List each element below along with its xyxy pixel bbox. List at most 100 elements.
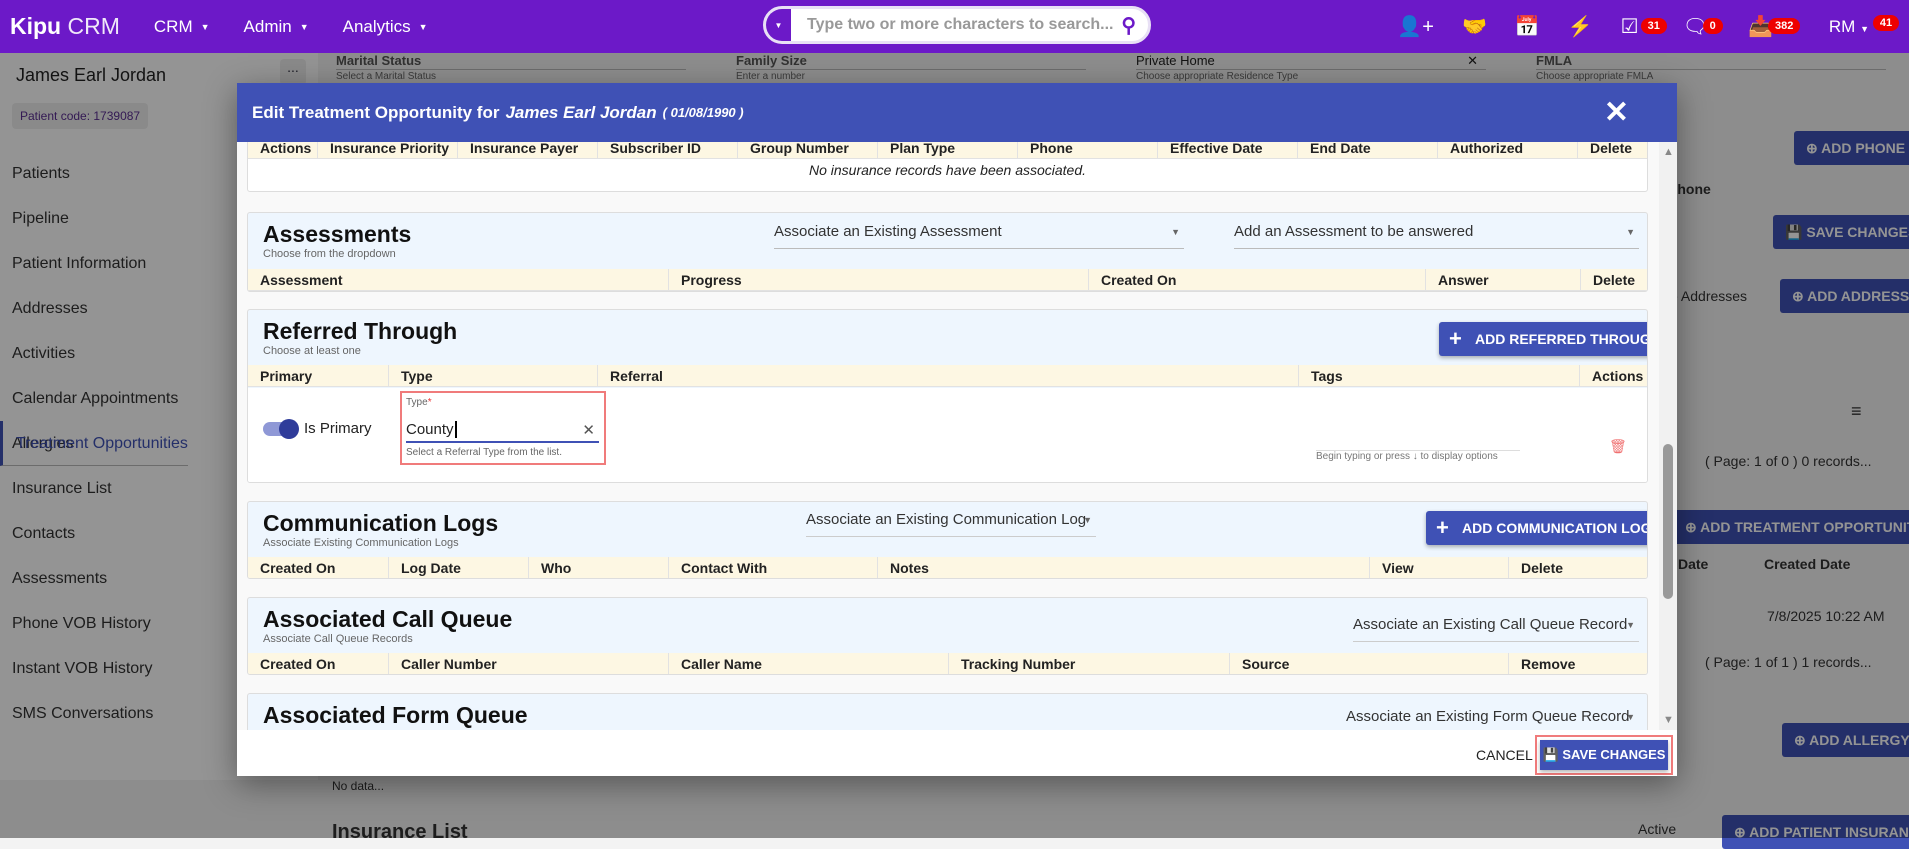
column-header: Log Date [388,557,528,578]
section-title: Associated Call Queue [263,606,513,632]
column-header: Answer [1425,269,1580,291]
top-navbar: Kipu CRM CRM ▼ Admin ▼ Analytics ▼ ▼ Type t… [0,0,1909,53]
column-header: End Date [1297,142,1437,159]
column-header: Caller Name [668,653,948,674]
scroll-up-icon[interactable]: ▲ [1663,146,1674,158]
user-menu[interactable]: RM ▼ 41 [1829,14,1900,37]
cancel-button[interactable]: CANCEL [1476,747,1533,763]
assessments-section: Assessments Choose from the dropdown Ass… [247,212,1648,292]
assessments-table-header: Assessment Progress Created On Answer Delete [248,269,1647,291]
trash-icon[interactable]: 🗑 [1609,438,1627,455]
caret-down-icon: ▼ [1626,227,1635,237]
scrollbar-thumb[interactable] [1663,444,1673,599]
inbox-icon[interactable]: 📥 382 [1748,14,1801,39]
section-title: Associated Form Queue [263,702,528,728]
chat-icon[interactable]: 🗨 0 [1683,14,1723,39]
modal-title: Edit Treatment Opportunity for [252,102,500,122]
toolbar-icons: 👤+ 🤝 📅 ⚡ ☑ 31 🗨 0 📥 382 RM ▼ 41 [1397,0,1909,53]
communication-logs-table-header: Created On Log Date Who Contact With Notes Vi… [248,557,1647,578]
nav-admin[interactable]: Admin ▼ [244,17,309,37]
search-input[interactable]: Type two or more characters to search... [807,16,1121,34]
type-hint: Select a Referral Type from the list. [406,447,562,458]
add-referred-through-button[interactable]: + ADD REFERRED THROUGH [1439,322,1647,356]
global-search: ▼ Type two or more characters to search.… [763,6,1151,44]
edit-treatment-opportunity-modal: Edit Treatment Opportunity for James Ear… [237,83,1677,776]
messages-badge: 0 [1702,18,1723,34]
save-changes-highlight: 💾 SAVE CHANGES [1535,735,1673,775]
column-header: Tags [1298,365,1579,387]
modal-header: Edit Treatment Opportunity for James Ear… [237,83,1677,142]
caret-down-icon: ▼ [1626,620,1635,630]
plus-icon: + [1436,515,1449,540]
logo[interactable]: Kipu CRM [10,13,120,40]
caret-down-icon: ▼ [1626,712,1635,722]
call-queue-section: Associated Call Queue Associate Call Que… [247,597,1648,675]
handshake-icon[interactable]: 🤝 [1462,14,1487,39]
primary-toggle[interactable] [263,419,299,439]
calendar-icon[interactable]: 📅 [1515,14,1540,39]
column-header: Actions [260,142,312,156]
call-queue-table-header: Created On Caller Number Caller Name Tracki… [248,653,1647,674]
lightning-icon[interactable]: ⚡ [1568,14,1593,39]
tags-input[interactable]: Begin typing or press ↓ to display optio… [1316,450,1520,462]
column-header: Type [388,365,597,387]
checklist-icon[interactable]: ☑ 31 [1621,14,1667,39]
column-header: Remove [1508,653,1647,674]
associate-assessment-select[interactable]: Associate an Existing Assessment ▼ [774,219,1184,249]
plus-icon: + [1449,326,1462,351]
search-icon[interactable]: ⚲ [1121,13,1136,38]
modal-dob: ( 01/08/1990 ) [662,105,744,120]
associate-communication-log-select[interactable]: Associate an Existing Communication Log ▼ [806,507,1096,537]
modal-body: Actions Insurance Priority Insurance Payer… [237,142,1677,730]
section-subtitle: Choose at least one [263,345,361,357]
close-icon[interactable]: ✕ [1604,95,1629,130]
column-header: Referral [597,365,1298,387]
column-header: Plan Type [877,142,1017,159]
caret-down-icon: ▼ [200,21,210,32]
associate-form-queue-select[interactable]: Associate an Existing Form Queue Record ▼ [1346,704,1639,730]
save-changes-button[interactable]: 💾 SAVE CHANGES [1540,740,1668,770]
column-header: Insurance Payer [457,142,597,159]
column-header: Authorized [1437,142,1577,159]
insurance-empty-message: No insurance records have been associate… [808,162,1087,178]
section-subtitle: Associate Existing Communication Logs [263,537,459,549]
column-header: Group Number [737,142,877,159]
form-queue-section: Associated Form Queue Associate an Exist… [247,693,1648,730]
clear-icon[interactable]: ✕ [582,421,595,439]
column-header: Phone [1017,142,1157,159]
column-header: Effective Date [1157,142,1297,159]
modal-footer: CANCEL 💾 SAVE CHANGES [237,730,1677,776]
insurance-table-header: Actions Insurance Priority Insurance Payer… [248,142,1647,159]
section-title: Communication Logs [263,510,499,536]
caret-down-icon: ▼ [1171,227,1180,237]
add-user-icon[interactable]: 👤+ [1397,14,1434,39]
column-header: Tracking Number [948,653,1229,674]
column-header: Insurance Priority [317,142,457,159]
modal-patient-name: James Earl Jordan [505,102,657,122]
search-scope-dropdown[interactable]: ▼ [766,9,791,41]
scroll-down-icon[interactable]: ▼ [1663,714,1674,726]
column-header: Actions [1579,365,1647,387]
associate-call-queue-select[interactable]: Associate an Existing Call Queue Record ▼ [1353,612,1639,642]
add-assessment-select[interactable]: Add an Assessment to be answered ▼ [1234,219,1639,249]
communication-logs-section: Communication Logs Associate Existing Co… [247,501,1648,579]
inbox-badge: 382 [1767,18,1801,34]
caret-down-icon: ▼ [1083,515,1092,525]
column-header: Created On [260,560,336,576]
column-header: View [1369,557,1508,578]
referred-through-section: Referred Through Choose at least one + AD… [247,309,1648,483]
tasks-badge: 31 [1640,18,1667,34]
column-header: Delete [1508,557,1647,578]
user-badge: 41 [1872,14,1900,31]
type-field: Type* County ✕ Select a Referral Type fro… [400,391,606,465]
column-header: Created On [260,656,336,672]
type-input[interactable]: County ✕ [406,421,599,443]
modal-scrollbar[interactable]: ▲ ▼ [1659,142,1677,730]
nav-crm[interactable]: CRM ▼ [154,17,210,37]
add-communication-log-button[interactable]: + ADD COMMUNICATION LOG [1426,511,1647,545]
column-header: Created On [1088,269,1425,291]
nav-analytics[interactable]: Analytics ▼ [343,17,428,37]
section-title: Assessments [263,221,412,247]
column-header: Assessment [260,272,343,288]
referred-row: Is Primary Type* County ✕ Select a Referr… [248,388,1647,482]
